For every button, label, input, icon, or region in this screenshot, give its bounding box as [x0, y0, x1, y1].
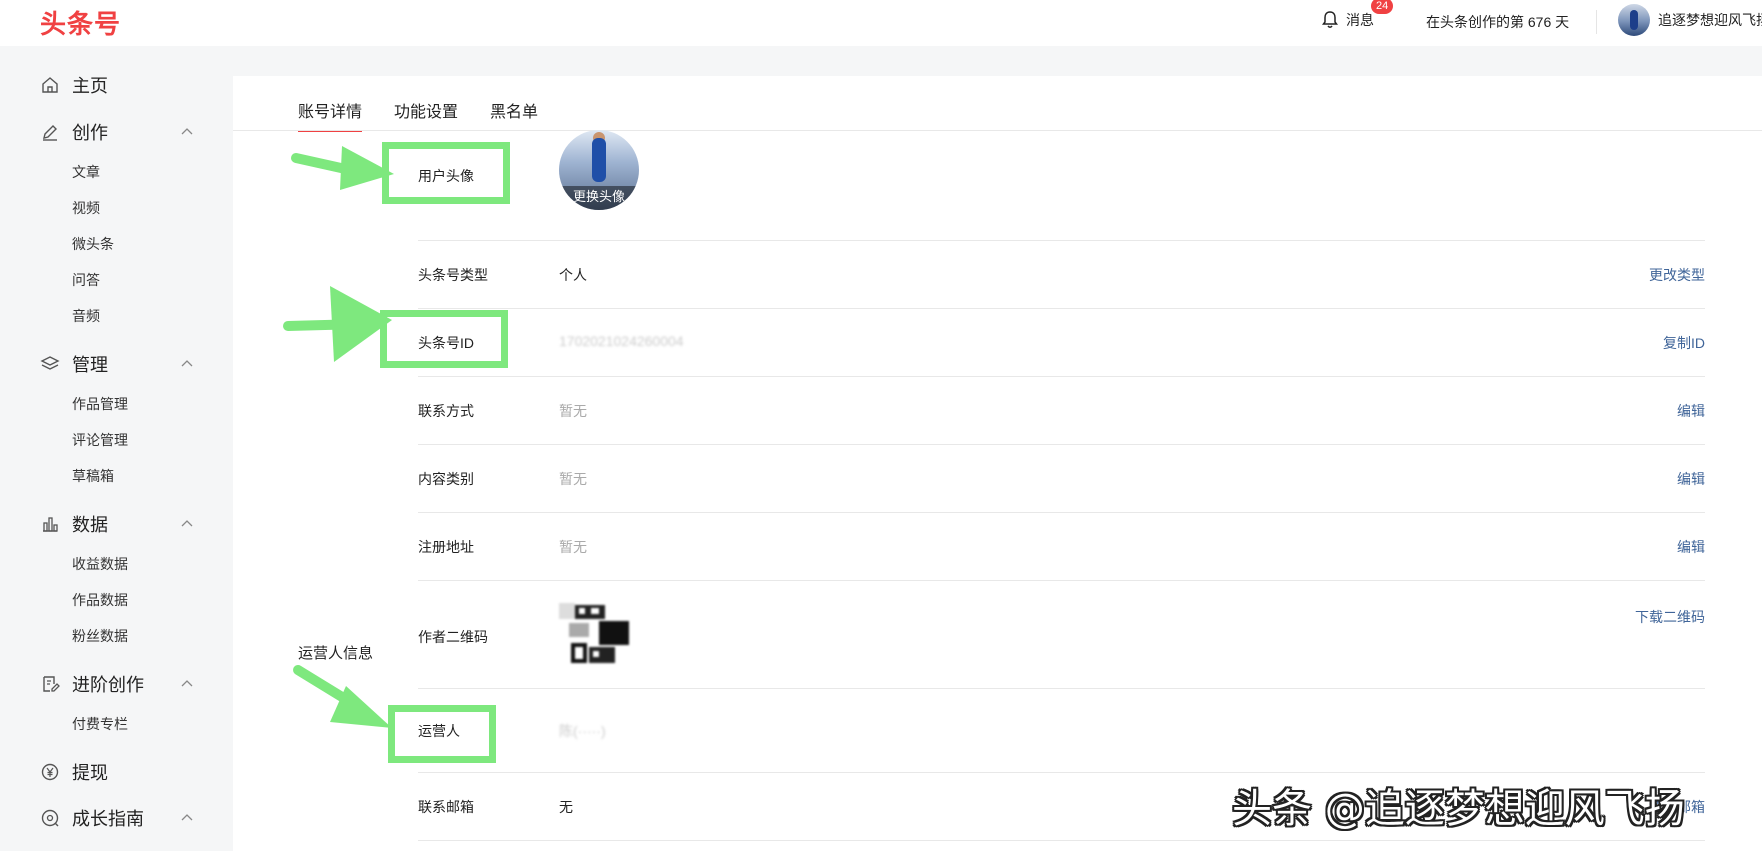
sidebar-item-label: 主页	[72, 76, 108, 96]
avatar[interactable]	[1618, 4, 1650, 36]
sidebar-group-growth[interactable]: 成长指南	[0, 803, 232, 833]
chevron-up-icon	[181, 814, 193, 821]
sidebar-item-works[interactable]: 作品管理	[72, 394, 128, 414]
home-icon	[42, 77, 58, 93]
author-qrcode	[559, 603, 629, 665]
email-value: 无	[559, 799, 573, 815]
sidebar-item-label: 提现	[72, 763, 108, 783]
sidebar-item-works-data[interactable]: 作品数据	[72, 590, 128, 610]
sidebar-group-label: 成长指南	[72, 809, 144, 829]
layers-icon	[40, 356, 60, 370]
chevron-up-icon	[181, 680, 193, 687]
sidebar-group-create[interactable]: 创作	[0, 117, 232, 147]
sidebar-item-home[interactable]: 主页	[0, 70, 232, 100]
address-label: 注册地址	[418, 539, 474, 555]
sidebar-group-label: 创作	[72, 123, 108, 143]
account-id-value: 1702021024260004	[559, 333, 684, 349]
messages-label: 消息	[1346, 12, 1374, 28]
creation-days-text: 在头条创作的第 676 天	[1426, 14, 1570, 30]
top-bar: 头条号 消息 24 在头条创作的第 676 天 追逐梦想迎风飞扬	[0, 0, 1762, 46]
category-label: 内容类别	[418, 471, 474, 487]
category-value: 暂无	[559, 471, 587, 487]
sidebar-item-comments[interactable]: 评论管理	[72, 430, 128, 450]
sidebar-item-qa[interactable]: 问答	[72, 270, 100, 290]
compass-icon	[41, 809, 59, 827]
sidebar-item-video[interactable]: 视频	[72, 198, 100, 218]
bar-chart-icon	[43, 517, 58, 532]
contact-value: 暂无	[559, 403, 587, 419]
user-menu[interactable]: 追逐梦想迎风飞扬	[1618, 4, 1762, 36]
operator-row: 运营人 陈(·····)	[418, 689, 1705, 773]
chevron-up-icon	[181, 360, 193, 367]
chevron-up-icon	[181, 128, 193, 135]
qrcode-label: 作者二维码	[418, 629, 488, 645]
sidebar-group-manage[interactable]: 管理	[0, 349, 232, 379]
annotation-arrow-icon	[291, 146, 394, 190]
qrcode-row: 作者二维码 下载二维码	[418, 581, 1705, 689]
address-value: 暂无	[559, 539, 587, 555]
sidebar-item-audio[interactable]: 音频	[72, 306, 100, 326]
sidebar-group-label: 管理	[72, 355, 108, 375]
account-type-value: 个人	[559, 267, 587, 283]
account-id-row: 头条号ID 1702021024260004 复制ID	[418, 309, 1705, 377]
sidebar-item-withdraw[interactable]: 提现	[0, 757, 232, 787]
username: 追逐梦想迎风飞扬	[1658, 12, 1762, 28]
change-type-link[interactable]: 更改类型	[1649, 265, 1705, 285]
email-label: 联系邮箱	[418, 799, 474, 815]
toutiao-logo[interactable]: 头条号	[40, 4, 121, 41]
copy-id-link[interactable]: 复制ID	[1663, 333, 1705, 353]
edit-address-link[interactable]: 编辑	[1677, 537, 1705, 557]
annotation-arrow-icon	[283, 286, 392, 362]
operator-value: 陈(·····)	[559, 723, 606, 739]
sidebar-item-drafts[interactable]: 草稿箱	[72, 466, 114, 486]
bell-icon	[1322, 11, 1338, 28]
watermark-text: 头条 @追逐梦想迎风飞扬	[1232, 786, 1685, 832]
tab-function-settings[interactable]: 功能设置	[394, 98, 458, 132]
annotation-arrow-icon	[293, 665, 392, 728]
header-divider	[1596, 10, 1597, 34]
user-avatar[interactable]: 更换头像	[559, 130, 639, 210]
address-row: 注册地址 暂无 编辑	[418, 513, 1705, 581]
annotation-box-id	[380, 310, 508, 368]
contact-row: 联系方式 暂无 编辑	[418, 377, 1705, 445]
edit-doc-icon	[43, 676, 60, 692]
pen-icon	[43, 125, 57, 141]
sidebar-item-fans-data[interactable]: 粉丝数据	[72, 626, 128, 646]
sidebar-group-label: 进阶创作	[72, 675, 144, 695]
annotation-box-operator	[388, 705, 496, 763]
account-type-row: 头条号类型 个人 更改类型	[418, 241, 1705, 309]
avatar-photo-runner	[592, 138, 606, 182]
download-qrcode-link[interactable]: 下载二维码	[1635, 607, 1705, 627]
sidebar: 主页 创作 文章 视频 微头条 问答 音频 管理 作品管理 评论管理 草稿箱 数…	[0, 46, 232, 851]
annotation-box-avatar	[382, 142, 510, 204]
yuan-coin-icon	[41, 763, 59, 781]
edit-contact-link[interactable]: 编辑	[1677, 401, 1705, 421]
sidebar-item-paid-column[interactable]: 付费专栏	[72, 714, 128, 734]
chevron-up-icon	[181, 520, 193, 527]
category-row: 内容类别 暂无 编辑	[418, 445, 1705, 513]
tab-account-details[interactable]: 账号详情	[298, 98, 363, 132]
sidebar-item-article[interactable]: 文章	[72, 162, 100, 182]
sidebar-group-label: 数据	[72, 515, 108, 535]
sidebar-group-advanced[interactable]: 进阶创作	[0, 669, 232, 699]
tab-blacklist[interactable]: 黑名单	[490, 98, 538, 132]
sidebar-item-income-data[interactable]: 收益数据	[72, 554, 128, 574]
account-type-label: 头条号类型	[418, 267, 488, 283]
tab-bar: 账号详情 功能设置 黑名单	[298, 98, 538, 132]
messages-badge: 24	[1371, 0, 1394, 14]
contact-label: 联系方式	[418, 403, 474, 419]
messages-button[interactable]: 消息	[1320, 10, 1374, 30]
sidebar-item-micro[interactable]: 微头条	[72, 234, 114, 254]
sidebar-group-data[interactable]: 数据	[0, 509, 232, 539]
change-avatar-button[interactable]: 更换头像	[559, 186, 639, 210]
edit-category-link[interactable]: 编辑	[1677, 469, 1705, 489]
